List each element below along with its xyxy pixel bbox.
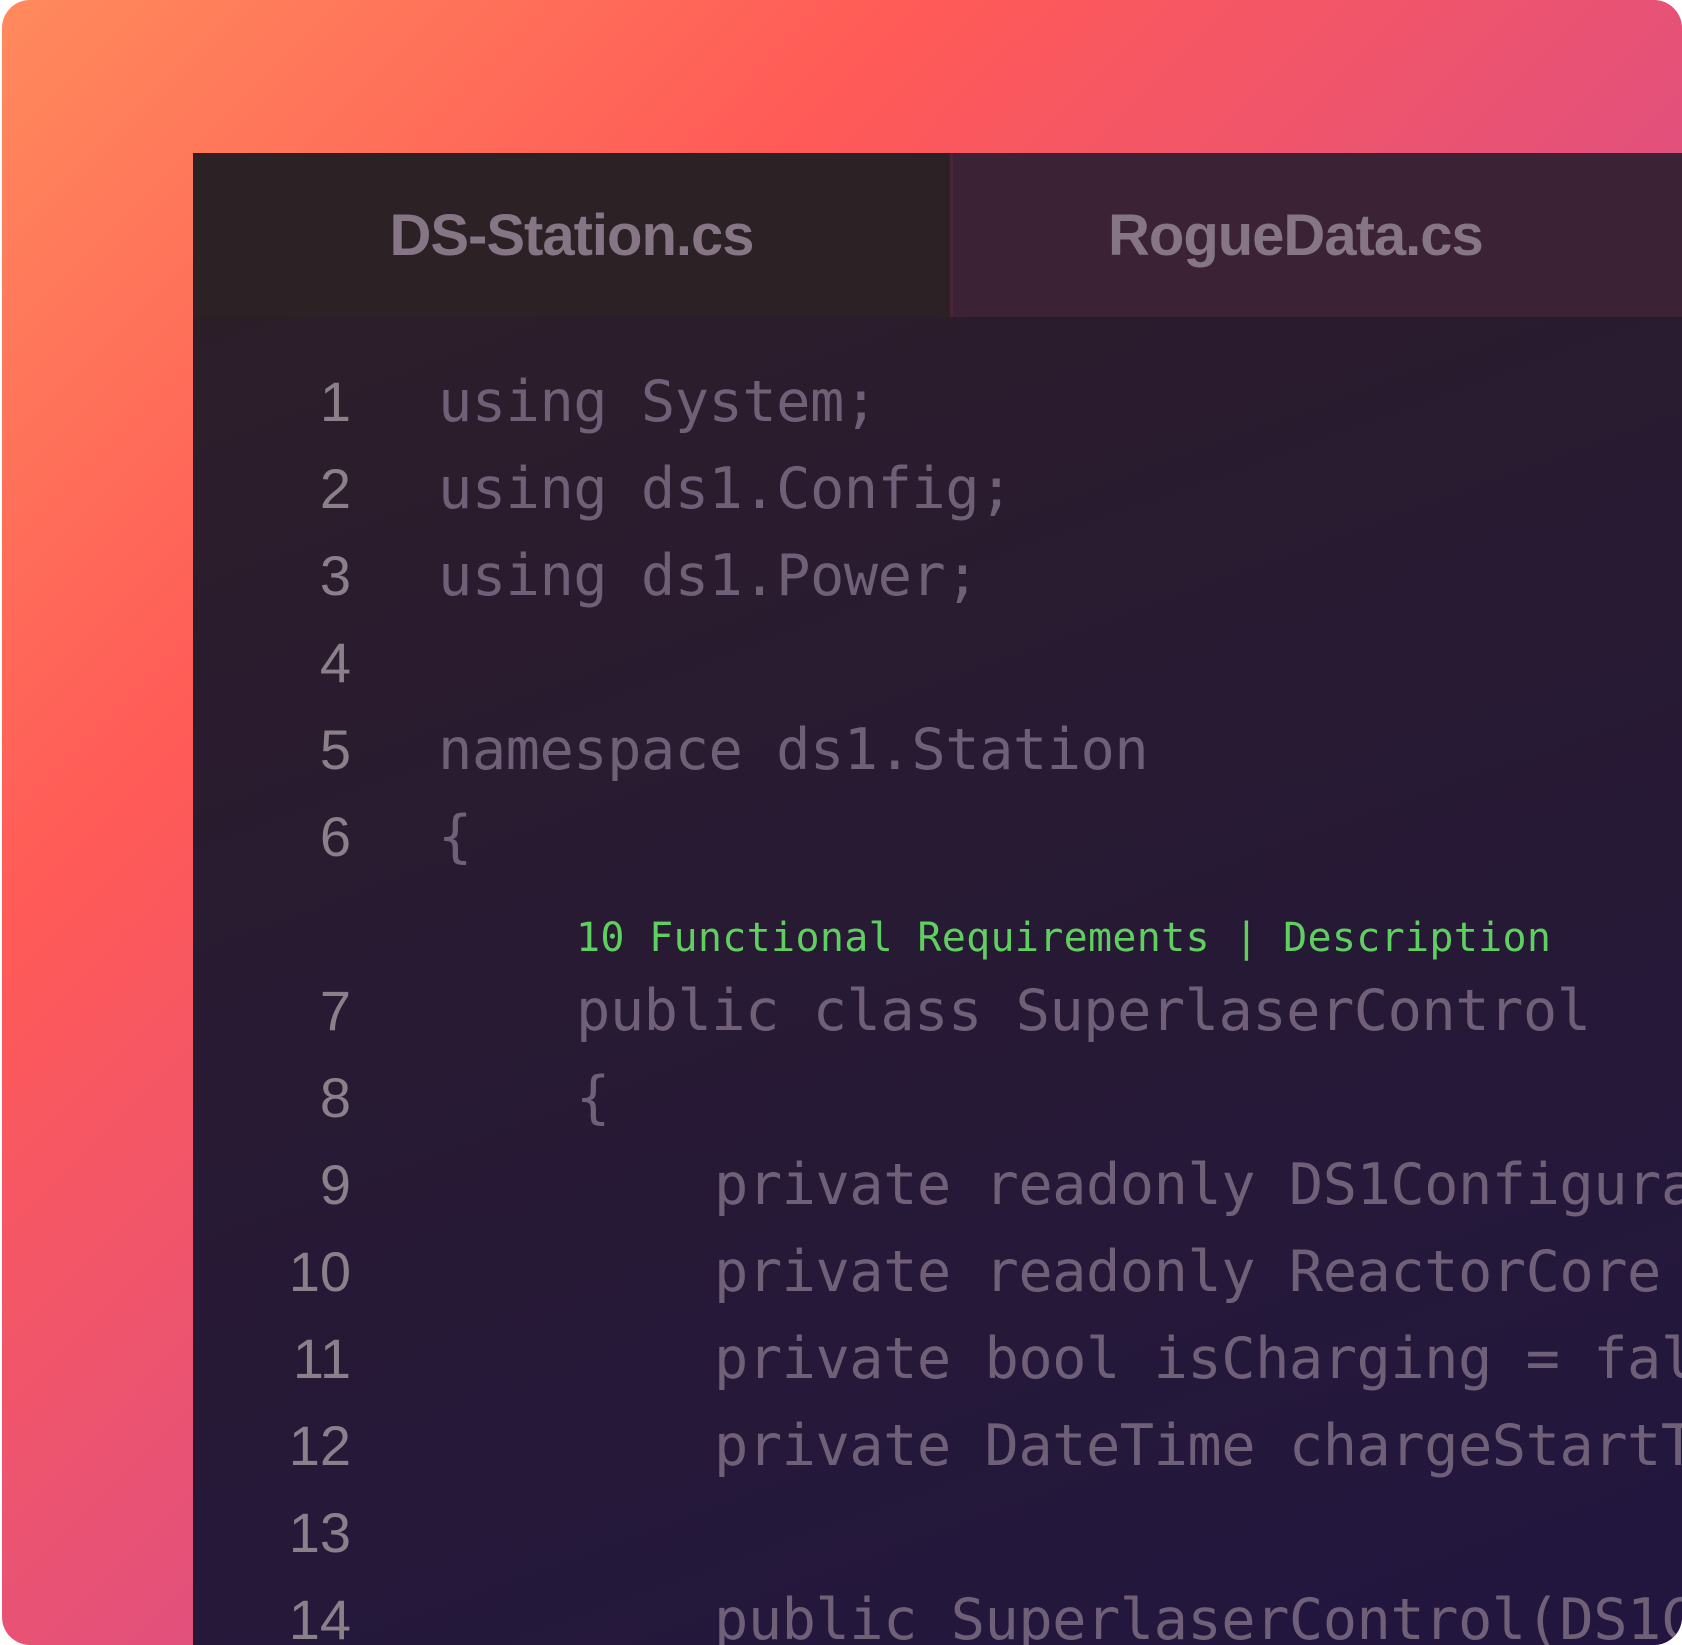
line-number: 3 (319, 544, 351, 607)
code-text: { (576, 1065, 610, 1131)
line-number: 4 (319, 631, 351, 694)
codelens-link[interactable]: 10 Functional Requirements | Description (576, 916, 1551, 960)
gradient-frame: DS-Station.cs RogueData.cs 1 using Syste… (2, 0, 1682, 1645)
tab-bar: DS-Station.cs RogueData.cs (193, 153, 1682, 317)
codelens-row: 10 Functional Requirements | Description (193, 886, 1682, 973)
code-line: 6 { (193, 799, 1682, 886)
code-line: 5 namespace ds1.Station (193, 712, 1682, 799)
line-number: 12 (288, 1414, 351, 1477)
line-number: 1 (319, 370, 351, 433)
code-text: private readonly DS1Configura (714, 1152, 1682, 1218)
tab-ds-station[interactable]: DS-Station.cs (193, 153, 950, 317)
code-line: 14 public SuperlaserControl(DS1C (193, 1582, 1682, 1645)
line-number: 10 (288, 1240, 351, 1303)
code-text: private bool isCharging = fal (714, 1326, 1682, 1392)
line-number: 2 (319, 457, 351, 520)
code-text: using ds1.Power; (438, 543, 980, 609)
code-line: 9 private readonly DS1Configura (193, 1147, 1682, 1234)
code-line: 4 (193, 625, 1682, 712)
code-line: 11 private bool isCharging = fal (193, 1321, 1682, 1408)
code-line: 10 private readonly ReactorCore (193, 1234, 1682, 1321)
code-line: 2 using ds1.Config; (193, 451, 1682, 538)
code-text: using System; (438, 369, 878, 435)
line-number: 14 (288, 1588, 351, 1645)
line-number: 9 (319, 1153, 351, 1216)
code-line: 7 public class SuperlaserControl (193, 973, 1682, 1060)
code-line: 3 using ds1.Power; (193, 538, 1682, 625)
line-number: 7 (319, 979, 351, 1042)
line-number: 13 (288, 1501, 351, 1564)
code-area[interactable]: 1 using System; 2 using ds1.Config; 3 us… (193, 317, 1682, 1645)
code-text: public SuperlaserControl(DS1C (714, 1587, 1682, 1645)
code-text: private DateTime chargeStartT (714, 1413, 1682, 1479)
line-number: 8 (319, 1066, 351, 1129)
code-line: 12 private DateTime chargeStartT (193, 1408, 1682, 1495)
line-number: 5 (319, 718, 351, 781)
code-editor: DS-Station.cs RogueData.cs 1 using Syste… (193, 153, 1682, 1645)
code-text: private readonly ReactorCore (714, 1239, 1661, 1305)
tab-rogue-data[interactable]: RogueData.cs (950, 153, 1682, 317)
code-line: 13 (193, 1495, 1682, 1582)
line-number: 11 (292, 1327, 351, 1390)
code-line: 1 using System; (193, 364, 1682, 451)
code-text: { (438, 804, 472, 870)
code-text: public class SuperlaserControl (576, 978, 1591, 1044)
code-line: 8 { (193, 1060, 1682, 1147)
code-text: namespace ds1.Station (438, 717, 1149, 783)
line-number: 6 (319, 805, 351, 868)
code-text: using ds1.Config; (438, 456, 1013, 522)
